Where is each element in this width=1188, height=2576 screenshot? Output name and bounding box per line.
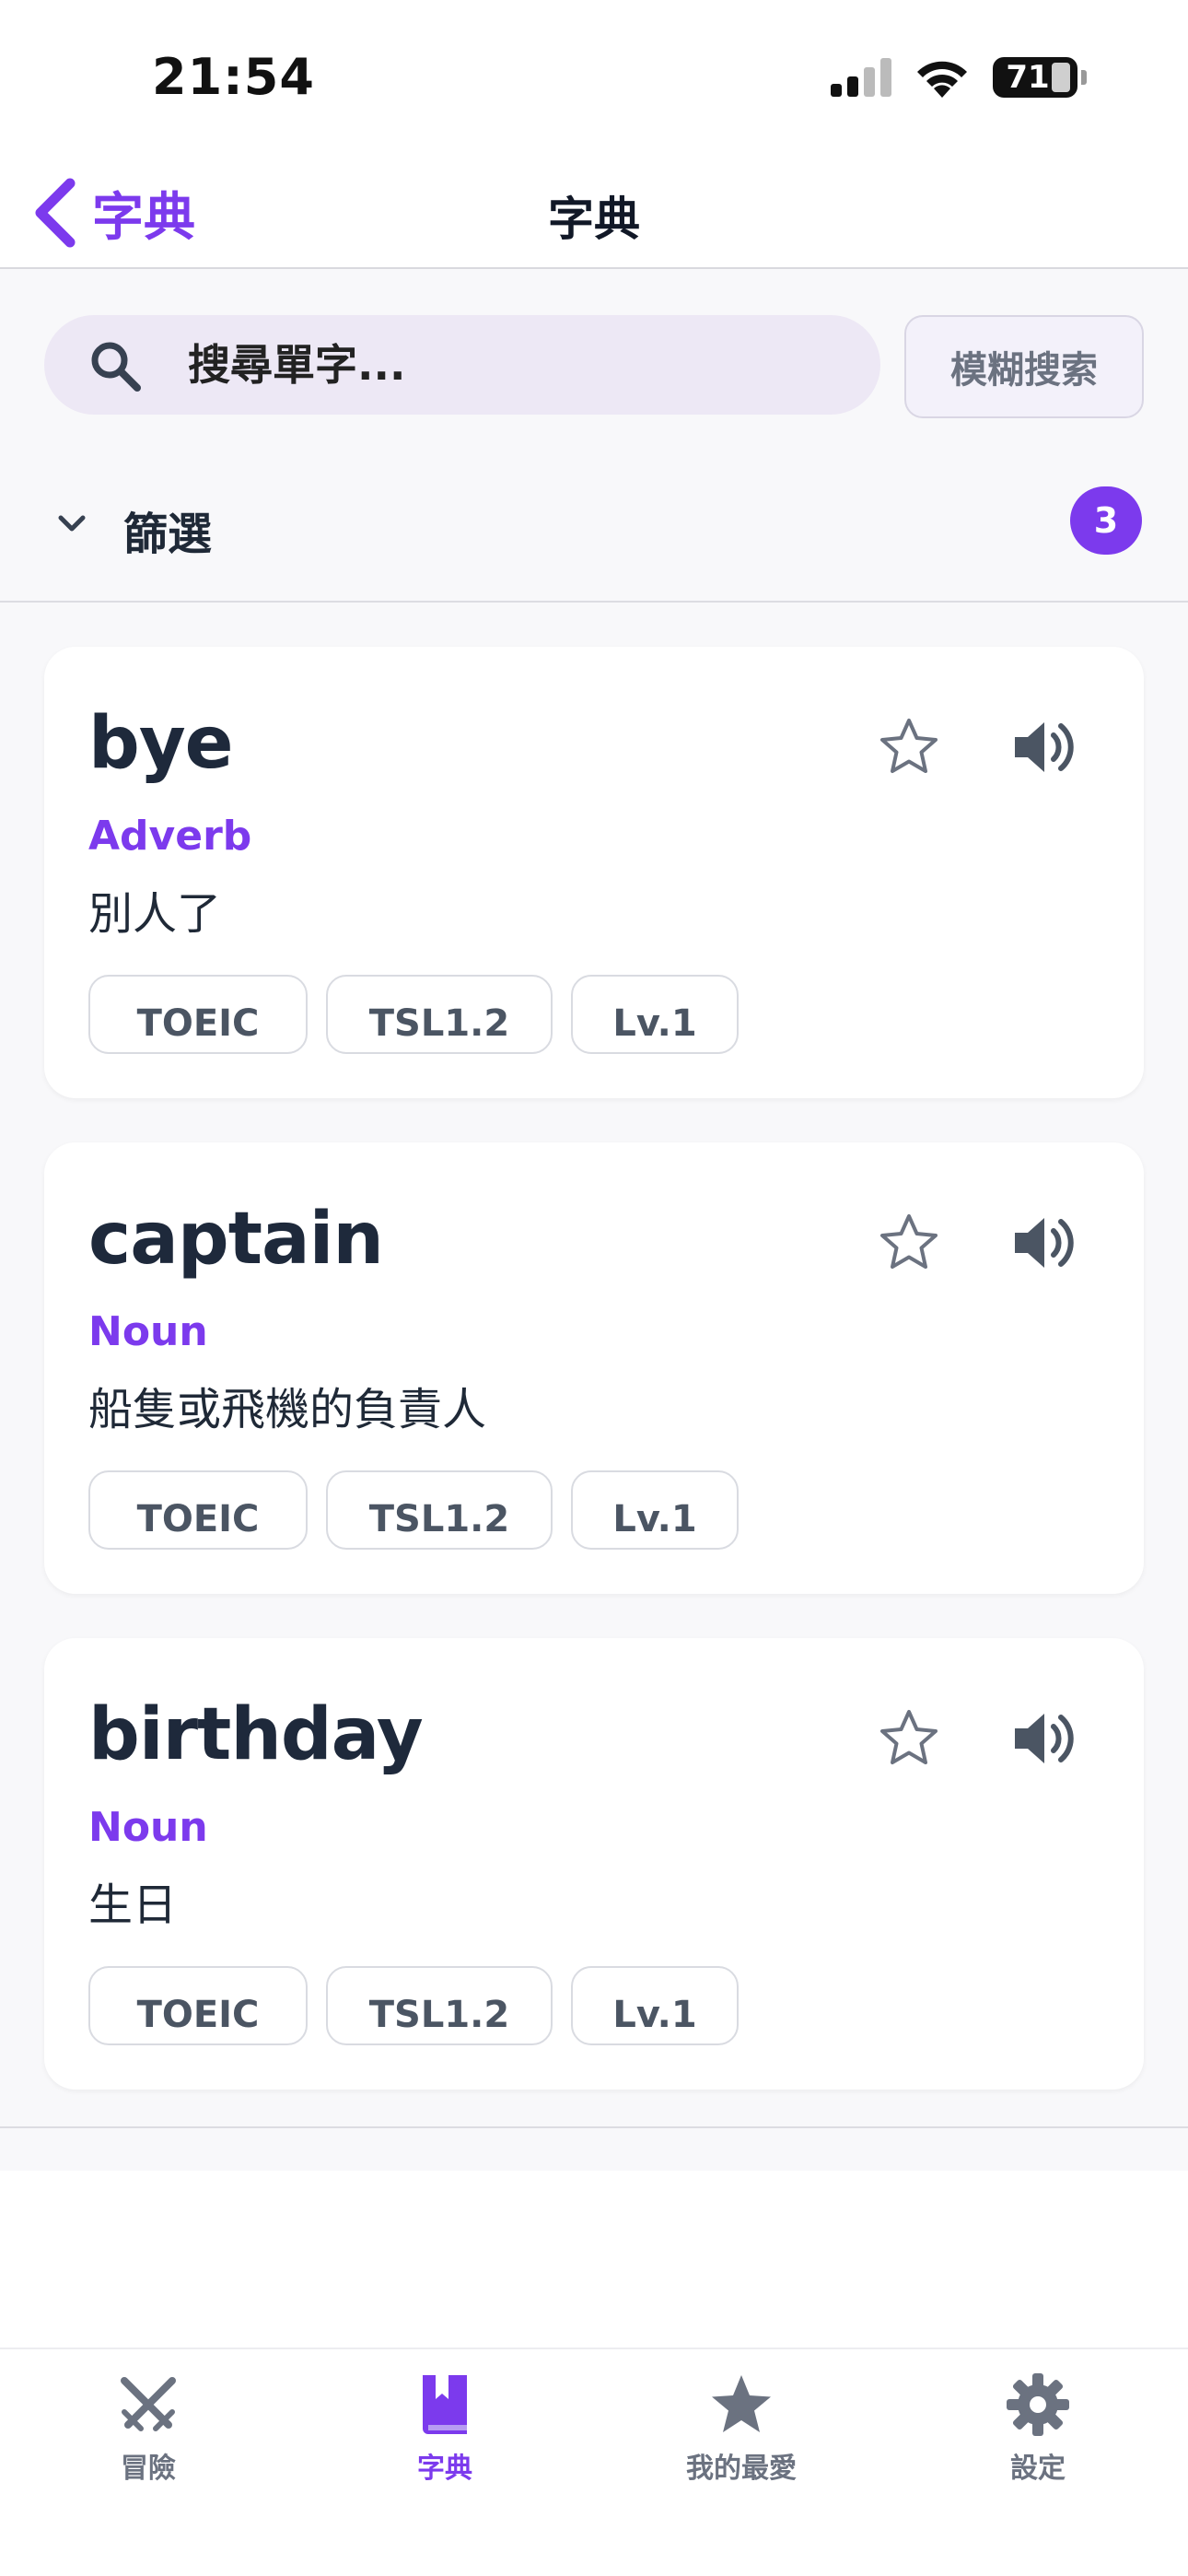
- navigation-bar: 字典 字典: [0, 157, 1188, 269]
- search-row: 模糊搜索: [44, 315, 1144, 418]
- favorite-star-icon[interactable]: [877, 715, 941, 779]
- page-title: 字典: [548, 193, 640, 246]
- filter-label: 篩選: [123, 509, 213, 560]
- favorite-star-icon[interactable]: [877, 1706, 941, 1771]
- tab-label: 字典: [417, 2453, 472, 2485]
- word-card[interactable]: bye Adverb 別人了 TOEIC TSL1.2 Lv.1: [44, 647, 1144, 1098]
- tab-label: 冒險: [121, 2453, 176, 2485]
- tag-chip: Lv.1: [571, 1470, 739, 1550]
- star-icon: [712, 2375, 771, 2432]
- gear-icon: [1007, 2373, 1069, 2436]
- fuzzy-search-button[interactable]: 模糊搜索: [904, 315, 1144, 418]
- tag-chip: TSL1.2: [326, 975, 553, 1054]
- word-definition: 生日: [88, 1879, 178, 1931]
- tab-label: 設定: [1010, 2453, 1066, 2485]
- tab-bar: 冒險 字典 我的最愛 設定: [0, 2348, 1188, 2576]
- tag-chip: TOEIC: [88, 1470, 308, 1550]
- battery-level: 71: [1006, 59, 1050, 96]
- speaker-icon[interactable]: [1011, 1212, 1076, 1273]
- word-card[interactable]: captain Noun 船隻或飛機的負責人 TOEIC TSL1.2 Lv.1: [44, 1142, 1144, 1594]
- tab-settings[interactable]: 設定: [890, 2371, 1186, 2491]
- word-definition: 別人了: [88, 888, 222, 940]
- tag-chip: TSL1.2: [326, 1966, 553, 2045]
- tag-chip: TOEIC: [88, 1966, 308, 2045]
- tag-list: TOEIC TSL1.2 Lv.1: [88, 1966, 739, 2045]
- tag-list: TOEIC TSL1.2 Lv.1: [88, 1470, 739, 1550]
- chevron-down-icon: [58, 515, 86, 532]
- list-footer: [0, 2128, 1188, 2171]
- swords-icon: [121, 2377, 176, 2431]
- dictionary-content: 模糊搜索 篩選 3 bye Adverb 別人了 TOEIC TSL1.2 Lv…: [0, 269, 1188, 2171]
- speaker-icon[interactable]: [1011, 717, 1076, 778]
- tag-chip: TSL1.2: [326, 1470, 553, 1550]
- speaker-icon[interactable]: [1011, 1708, 1076, 1769]
- tag-chip: Lv.1: [571, 975, 739, 1054]
- cellular-signal-icon: [831, 58, 891, 97]
- bookmark-book-icon: [423, 2375, 467, 2434]
- tag-chip: TOEIC: [88, 975, 308, 1054]
- part-of-speech: Noun: [88, 1308, 208, 1355]
- word-title: bye: [88, 702, 234, 785]
- tab-adventure[interactable]: 冒險: [0, 2371, 297, 2491]
- battery-nub: [1081, 70, 1087, 85]
- favorite-star-icon[interactable]: [877, 1211, 941, 1275]
- tab-label: 我的最愛: [686, 2453, 797, 2485]
- word-card[interactable]: birthday Noun 生日 TOEIC TSL1.2 Lv.1: [44, 1638, 1144, 2090]
- search-input[interactable]: [188, 328, 833, 402]
- word-title: captain: [88, 1198, 384, 1281]
- tag-chip: Lv.1: [571, 1966, 739, 2045]
- battery-indicator: 71: [993, 57, 1077, 98]
- status-time: 21:54: [152, 48, 315, 106]
- word-definition: 船隻或飛機的負責人: [88, 1384, 487, 1435]
- search-icon: [91, 342, 141, 392]
- part-of-speech: Adverb: [88, 813, 252, 860]
- status-bar: 21:54 71: [0, 0, 1188, 157]
- filter-count-badge: 3: [1070, 486, 1142, 555]
- tab-dictionary[interactable]: 字典: [297, 2371, 593, 2491]
- tab-favorites[interactable]: 我的最愛: [593, 2371, 890, 2491]
- filter-toggle[interactable]: 篩選 3: [0, 474, 1188, 603]
- search-box[interactable]: [44, 315, 880, 415]
- wifi-icon: [917, 61, 967, 98]
- part-of-speech: Noun: [88, 1804, 208, 1851]
- word-title: birthday: [88, 1693, 424, 1776]
- status-icons: 71: [831, 57, 1087, 98]
- tag-list: TOEIC TSL1.2 Lv.1: [88, 975, 739, 1054]
